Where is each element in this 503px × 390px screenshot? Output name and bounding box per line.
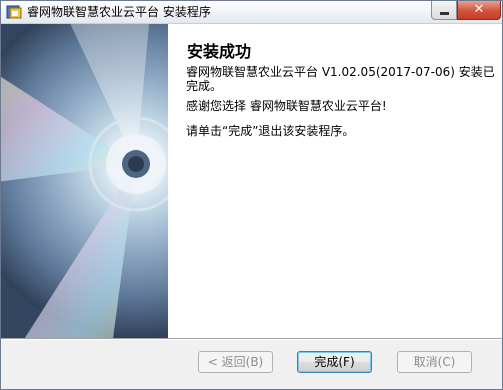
divider [1,338,502,340]
installer-window: 睿网物联智慧农业云平台 安装程序 ✕ 安装成功 睿网物联智慧农业云平台 V1.0… [0,0,503,390]
cd-disc-graphic [1,1,311,354]
close-icon: ✕ [473,2,485,17]
installer-app-icon [6,5,22,19]
window-title: 睿网物联智慧农业云平台 安装程序 [27,5,211,19]
minimize-icon [440,12,449,15]
page-heading: 安装成功 [187,42,252,61]
finish-button[interactable]: 完成(F) [297,351,372,373]
exit-instruction-text: 请单击“完成”退出该安装程序。 [186,124,355,138]
content-panel: 安装成功 睿网物联智慧农业云平台 V1.02.05(2017-07-06) 安装… [168,24,502,338]
back-button[interactable]: < 返回(B) [198,351,273,373]
minimize-button[interactable] [431,1,457,20]
title-bar[interactable]: 睿网物联智慧农业云平台 安装程序 ✕ [1,1,502,24]
thanks-text: 感谢您选择 睿网物联智慧农业云平台! [186,99,387,113]
cancel-button[interactable]: 取消(C) [397,351,472,373]
disc-banner-image [1,1,311,354]
close-button[interactable]: ✕ [457,1,501,20]
install-complete-text: 睿网物联智慧农业云平台 V1.02.05(2017-07-06) 安装已完成。 [186,65,495,93]
